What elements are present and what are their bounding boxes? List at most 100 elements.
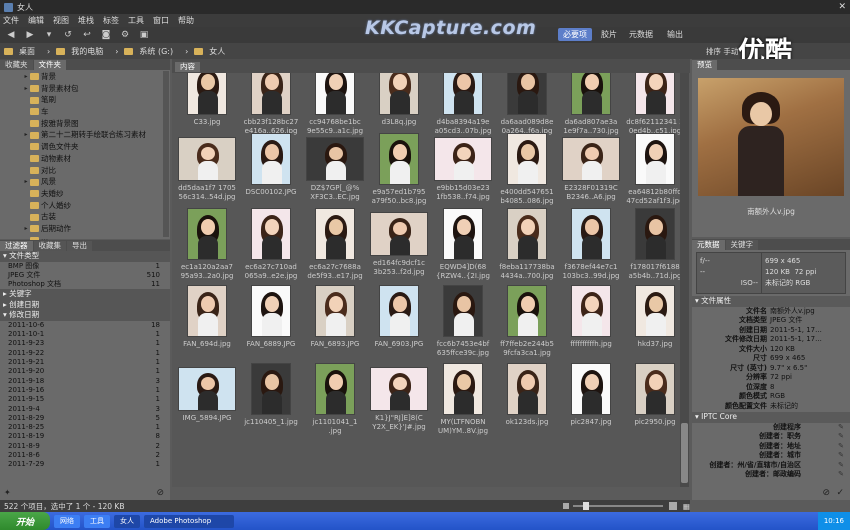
thumbnail[interactable]: jc110405_1.jpg [238,363,304,427]
menu-item[interactable]: 帮助 [178,15,194,26]
expand-icon[interactable]: ▸ [22,223,30,235]
grid-view-icon[interactable]: ▦ [683,502,690,511]
menu-item[interactable]: 堆栈 [78,15,94,26]
thumbnail[interactable]: da6aad089d8e 0a264..f6a.jpg [494,73,560,135]
pencil-icon[interactable]: ✎ [838,432,850,442]
folder-item[interactable]: ▸ 背景 [0,71,170,83]
filter-row-date[interactable]: 2011-9-21 1 [0,358,170,367]
filter-row-date[interactable]: 2011-9-23 1 [0,339,170,348]
filter-row-date[interactable]: 2011-9-15 1 [0,395,170,404]
file-props-header[interactable]: ▾ 文件属性 [692,296,850,307]
thumbnail[interactable]: DZ$7GP[_@% XF3C3..EC.jpg [302,133,368,201]
tab-preview[interactable]: 预览 [692,60,717,70]
filter-created-header[interactable]: ▸ 创建日期 [0,299,170,311]
folder-item[interactable]: 按雅背景图 [0,118,170,130]
thumbnail[interactable]: EQWD4]D(68 {RZW4..{2I.jpg [430,208,496,280]
tab-content[interactable]: 内容 [175,62,200,72]
menu-item[interactable]: 工具 [128,15,144,26]
boomerang-icon[interactable]: ↩ [80,30,94,41]
iptc-row[interactable]: 创建程序 ✎ [692,423,850,433]
filter-row-date[interactable]: 2011-8-9 2 [0,442,170,451]
workspace-2[interactable]: 元数据 [624,28,658,41]
menu-item[interactable]: 文件 [3,15,19,26]
filter-row-date[interactable]: 2011-9-20 1 [0,367,170,376]
open-in-icon[interactable]: ▣ [137,30,151,41]
thumbnail[interactable]: FAN_694d.jpg [174,285,240,349]
thumbnail[interactable]: cc94768be1bc 9e55c9..a1c.jpg [302,73,368,135]
filter-row-date[interactable]: 2011-8-19 8 [0,432,170,441]
folder-item[interactable]: 调色文件夹 [0,141,170,153]
breadcrumb-item[interactable]: 桌面 [4,46,41,57]
thumbnail[interactable]: ed164fc9dcf1c 3b253..f2d.jpg [366,208,432,276]
expand-icon[interactable]: ▸ [22,129,30,141]
filter-keywords-header[interactable]: ▸ 关键字 [0,289,170,300]
workspace-0[interactable]: 必要项 [558,28,592,41]
breadcrumb-item[interactable]: 系统 (G:) [124,46,179,57]
thumbnail[interactable]: pic2847.jpg [558,363,624,427]
iptc-row[interactable]: 创建者：职务 ✎ [692,432,850,442]
filter-row-date[interactable]: 2011-9-4 3 [0,405,170,414]
expand-icon[interactable]: ▸ [22,176,30,188]
filter-row-file-type[interactable]: BMP 图像 1 [0,262,170,271]
folder-item[interactable]: 动物素材 [0,153,170,165]
thumbnail[interactable]: d4ba8394a19e a05cd3..07b.jpg [430,73,496,135]
thumbnail[interactable]: cbb23f128bc27 e416a..626.jpg [238,73,304,135]
folder-item[interactable]: 夫婚纱 [0,188,170,200]
taskbar-item[interactable]: 工具 [84,514,110,528]
thumbnail[interactable]: E2328F01319C B2346..A6.jpg [558,133,624,201]
clear-filter-icon[interactable]: ⊘ [156,488,164,498]
iptc-row[interactable]: 创建者：地址 ✎ [692,442,850,452]
tab-filter_tabs-2[interactable]: 导出 [67,241,92,251]
taskbar-item[interactable]: 女人 [114,514,140,528]
filter-row-date[interactable]: 2011-9-18 3 [0,377,170,386]
thumbnail[interactable]: ec6a27c7688a de5f93..e17.jpg [302,208,368,280]
iptc-row[interactable]: 创建者：城市 ✎ [692,451,850,461]
rotate-left-icon[interactable]: ↺ [61,30,75,41]
tab-meta_tabs-1[interactable]: 关键字 [725,240,758,250]
workspace-1[interactable]: 胶片 [596,28,622,41]
filter-row-date[interactable]: 2011-10-1 1 [0,330,170,339]
sort-control[interactable]: 排序 手动 [706,46,738,57]
slider-handle[interactable] [582,502,589,510]
close-icon[interactable]: ✕ [838,2,846,12]
pencil-icon[interactable]: ✎ [838,423,850,433]
thumbnail[interactable]: e400dd547651 b4085..086.jpg [494,133,560,205]
thumbnail[interactable]: pic2950.jpg [622,363,687,427]
tab-filter_tabs-1[interactable]: 收藏集 [33,241,66,251]
tab-filter_tabs-0[interactable]: 过滤器 [0,241,33,251]
folder-item[interactable]: 笔刷 [0,94,170,106]
content-scroll-thumb[interactable] [681,423,688,483]
thumbnail[interactable]: d3L8q.jpg [366,73,432,127]
thumbnail[interactable]: e9bb15d03e23 1fb538..f74.jpg [430,133,496,201]
apply-icon[interactable]: ✓ [836,488,844,498]
iptc-row[interactable]: 创建者：邮政编码 ✎ [692,470,850,480]
folder-scrollbar[interactable] [163,71,169,237]
pencil-icon[interactable]: ✎ [838,461,850,471]
thumbnail[interactable]: f8eba117738ba 4434a..700.jpg [494,208,560,280]
taskbar-item[interactable]: 网络 [54,514,80,528]
tab-meta_tabs-0[interactable]: 元数据 [692,240,725,250]
pencil-icon[interactable]: ✎ [838,470,850,480]
filter-file-type-header[interactable]: ▾ 文件类型 [0,251,170,262]
thumbnail[interactable]: ec6a27c710ad 065a9..e2e.jpg [238,208,304,280]
thumbnail[interactable]: e9a57ed1b795 a79f50..bc8.jpg [366,133,432,205]
filter-row-date[interactable]: 2011-9-16 1 [0,386,170,395]
folder-item[interactable]: ▸ 第二十二期转手绘联合练习素材 [0,129,170,141]
thumbnail[interactable]: C33.jpg [174,73,240,127]
breadcrumb-item[interactable]: 女人 [194,46,231,57]
filter-row-file-type[interactable]: JPEG 文件 510 [0,271,170,280]
filter-row-date[interactable]: 2011-9-22 1 [0,349,170,358]
menu-item[interactable]: 标签 [103,15,119,26]
thumbnail[interactable]: MY(LTFNOBN UM)YM..8V.jpg [430,363,496,435]
filter-row-date[interactable]: 2011-8-6 2 [0,451,170,460]
filter-row-date[interactable]: 2011-8-29 5 [0,414,170,423]
thumbnail[interactable]: da6ad807ae3a 1e9f7a..730.jpg [558,73,624,135]
iptc-header[interactable]: ▾ IPTC Core [692,412,850,423]
refine-icon[interactable]: ⚙ [118,30,132,41]
thumbnail[interactable]: jc1101041_1 .jpg [302,363,368,435]
thumbnail[interactable]: ok123ds.jpg [494,363,560,427]
workspace-3[interactable]: 输出 [662,28,688,41]
thumbnail[interactable]: ffffffffffh.jpg [558,285,624,349]
menu-item[interactable]: 编辑 [28,15,44,26]
thumbnail[interactable]: hkd37.jpg [622,285,687,349]
